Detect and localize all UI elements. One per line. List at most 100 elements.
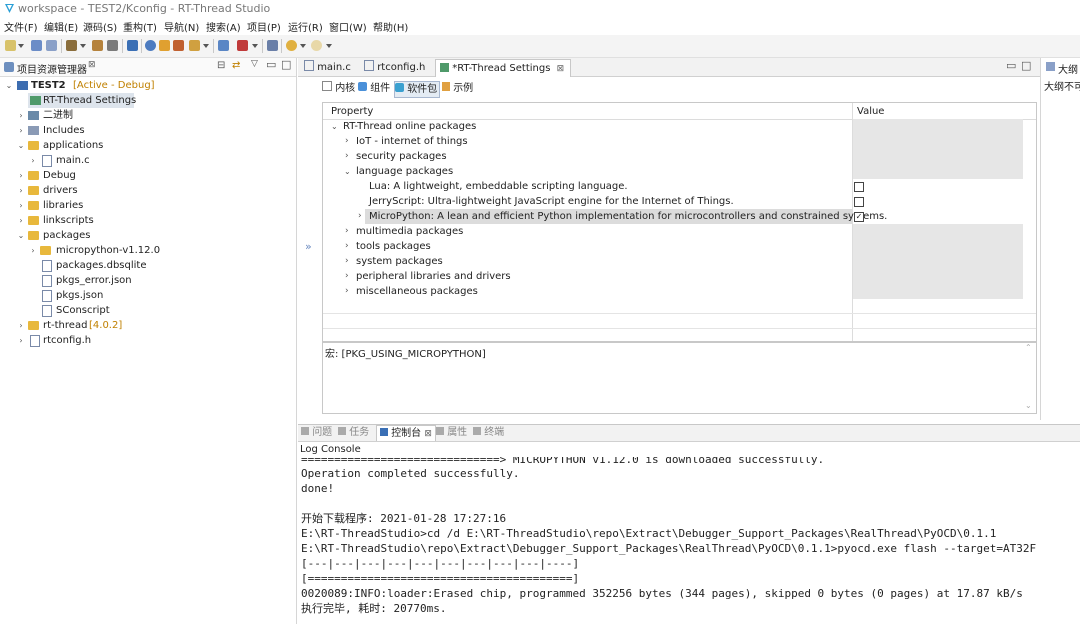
tab-problems[interactable]: 问题 <box>301 425 332 441</box>
subtab-kernel[interactable]: 内核 <box>322 81 355 96</box>
table-row[interactable]: › system packages <box>323 254 1036 269</box>
subtab-packages[interactable]: 软件包 <box>394 81 441 98</box>
save-all-icon[interactable] <box>46 40 57 51</box>
expand-icon[interactable]: › <box>358 209 362 224</box>
expand-icon[interactable]: › <box>16 333 26 348</box>
console-icon[interactable] <box>218 40 229 51</box>
expand-icon[interactable]: › <box>345 149 349 164</box>
checkbox-lua[interactable] <box>854 182 864 192</box>
forward-dropdown-icon[interactable] <box>326 44 332 48</box>
run-dropdown-icon[interactable] <box>252 44 258 48</box>
expand-icon[interactable]: ⌄ <box>4 78 14 93</box>
collapse-icon[interactable]: ⌄ <box>331 119 338 134</box>
menu-project[interactable]: 项目(P) <box>247 19 281 34</box>
expand-icon[interactable]: › <box>345 134 349 149</box>
expand-icon[interactable]: › <box>16 318 26 333</box>
collapse-all-icon[interactable]: ⊟ <box>217 60 225 71</box>
close-icon[interactable]: ⊠ <box>88 60 96 70</box>
minimize-icon[interactable]: ▭ <box>266 58 276 71</box>
tab-rtthread-settings[interactable]: *RT-Thread Settings ⊠ <box>435 59 572 77</box>
tree-item-rtthread-settings[interactable]: RT-Thread Settings <box>28 93 136 108</box>
forward-icon[interactable] <box>311 40 322 51</box>
collapse-icon[interactable]: ⌄ <box>344 164 351 179</box>
subtab-examples[interactable]: 示例 <box>442 81 473 96</box>
close-tab-icon[interactable]: ⊠ <box>424 429 432 439</box>
menu-file[interactable]: 文件(F) <box>4 19 38 34</box>
expand-icon[interactable]: › <box>345 254 349 269</box>
tab-properties[interactable]: 属性 <box>436 425 467 441</box>
expand-icon[interactable]: › <box>345 284 349 299</box>
link-editor-icon[interactable]: ⇄ <box>232 60 240 71</box>
expand-icon[interactable]: › <box>16 168 26 183</box>
new-icon[interactable] <box>5 40 16 51</box>
terminal-icon[interactable] <box>127 40 138 51</box>
build-icon[interactable] <box>66 40 77 51</box>
build-dropdown-icon[interactable] <box>80 44 86 48</box>
subtab-components[interactable]: 组件 <box>358 81 390 96</box>
col-value[interactable]: Value <box>857 104 884 119</box>
menu-source[interactable]: 源码(S) <box>83 19 117 34</box>
table-row[interactable]: ⌄ language packages <box>323 164 1036 179</box>
new-dropdown-icon[interactable] <box>18 44 24 48</box>
table-row[interactable]: Lua: A lightweight, embeddable scripting… <box>323 179 1036 194</box>
save-icon[interactable] <box>31 40 42 51</box>
table-row[interactable]: ⌄ RT-Thread online packages <box>323 119 1036 134</box>
sdk-icon[interactable] <box>145 40 156 51</box>
menu-navigate[interactable]: 导航(N) <box>164 19 199 34</box>
expand-panel-icon[interactable]: » <box>305 240 312 253</box>
expand-icon[interactable]: › <box>345 269 349 284</box>
menu-edit[interactable]: 编辑(E) <box>44 19 78 34</box>
table-row[interactable]: › tools packages <box>323 239 1036 254</box>
tab-terminal[interactable]: 终端 <box>473 425 504 441</box>
collapse-icon[interactable]: ⌄ <box>16 138 26 153</box>
flash-dropdown-icon[interactable] <box>203 44 209 48</box>
scroll-down-icon[interactable]: ⌄ <box>1025 401 1032 410</box>
run-icon[interactable] <box>237 40 248 51</box>
expand-icon[interactable]: › <box>28 243 38 258</box>
download-icon[interactable] <box>159 40 170 51</box>
pin-icon[interactable] <box>267 40 278 51</box>
settings-icon[interactable] <box>107 40 118 51</box>
menu-run[interactable]: 运行(R) <box>288 19 323 34</box>
minimize-icon[interactable]: ▭ <box>1006 59 1016 72</box>
expand-icon[interactable]: › <box>16 108 26 123</box>
close-tab-icon[interactable]: ⊠ <box>557 64 565 74</box>
clean-icon[interactable] <box>92 40 103 51</box>
view-menu-icon[interactable]: ▽ <box>251 59 258 69</box>
tab-main-c[interactable]: main.c <box>300 59 357 76</box>
back-dropdown-icon[interactable] <box>300 44 306 48</box>
maximize-icon[interactable]: □ <box>281 58 291 71</box>
expand-icon[interactable]: › <box>345 224 349 239</box>
menu-help[interactable]: 帮助(H) <box>373 19 408 34</box>
debug-icon[interactable] <box>173 40 184 51</box>
expand-icon[interactable]: › <box>16 213 26 228</box>
outline-message: 大纲不可 <box>1044 82 1080 93</box>
tab-rtconfig-h[interactable]: rtconfig.h <box>360 59 431 76</box>
table-row[interactable]: › peripheral libraries and drivers <box>323 269 1036 284</box>
expand-icon[interactable]: › <box>16 123 26 138</box>
table-row-selected[interactable]: › MicroPython: A lean and efficient Pyth… <box>323 209 1036 224</box>
menu-search[interactable]: 搜索(A) <box>206 19 241 34</box>
back-icon[interactable] <box>286 40 297 51</box>
table-row[interactable]: › security packages <box>323 149 1036 164</box>
expand-icon[interactable]: › <box>16 198 26 213</box>
col-property[interactable]: Property <box>331 104 373 119</box>
table-row[interactable]: › miscellaneous packages <box>323 284 1036 299</box>
menu-window[interactable]: 窗口(W) <box>329 19 367 34</box>
table-row[interactable]: › IoT - internet of things <box>323 134 1036 149</box>
tree-project[interactable]: ⌄ TEST2 [Active - Debug] <box>0 78 296 93</box>
table-row[interactable]: › multimedia packages <box>323 224 1036 239</box>
expand-icon[interactable]: › <box>28 153 38 168</box>
collapse-icon[interactable]: ⌄ <box>16 228 26 243</box>
checkbox-jerryscript[interactable] <box>854 197 864 207</box>
table-row[interactable]: JerryScript: Ultra-lightweight JavaScrip… <box>323 194 1036 209</box>
tab-console[interactable]: 控制台 ⊠ <box>376 425 436 441</box>
tab-tasks[interactable]: 任务 <box>338 425 369 441</box>
maximize-icon[interactable]: □ <box>1021 59 1031 72</box>
expand-icon[interactable]: › <box>345 239 349 254</box>
checkbox-micropython[interactable]: ✓ <box>854 212 864 222</box>
expand-icon[interactable]: › <box>16 183 26 198</box>
menu-refactor[interactable]: 重构(T) <box>123 19 157 34</box>
scroll-up-icon[interactable]: ⌃ <box>1025 343 1032 352</box>
flash-icon[interactable] <box>189 40 200 51</box>
